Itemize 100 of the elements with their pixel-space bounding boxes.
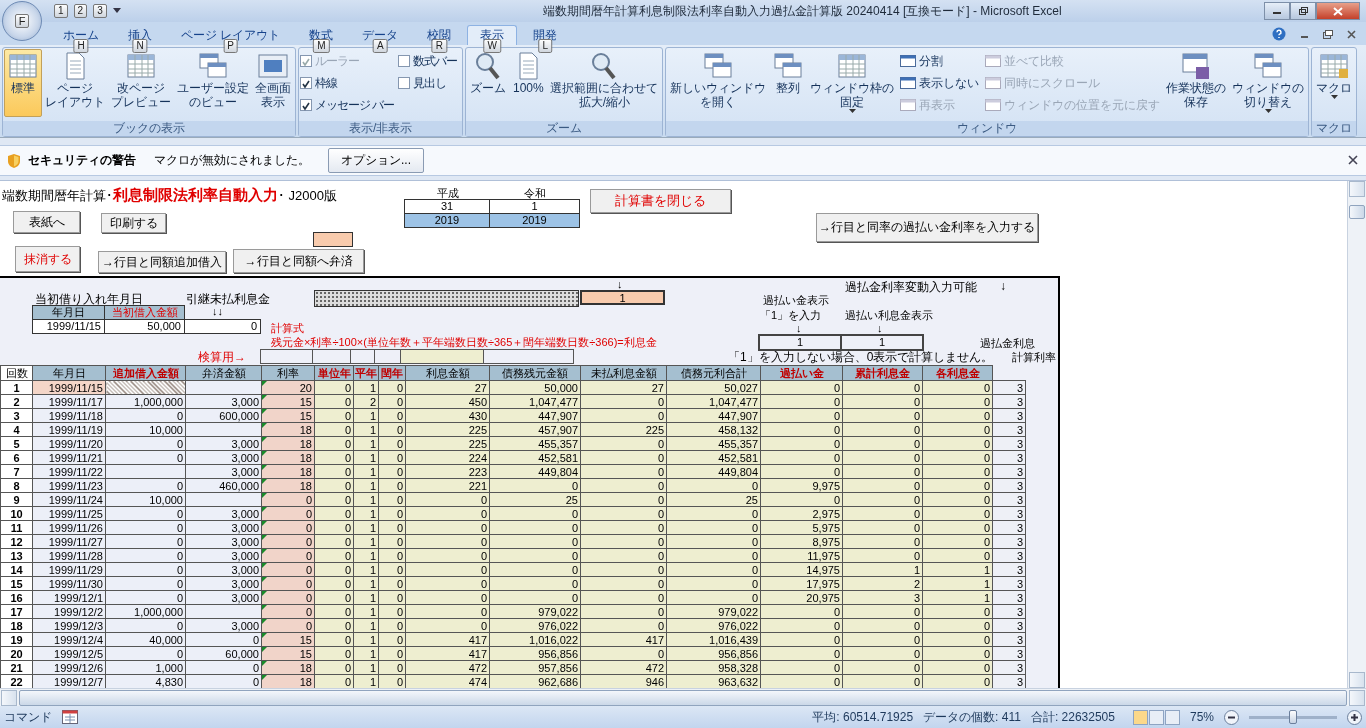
column-header: 追加借入金額: [105, 365, 186, 381]
add-loan-button[interactable]: →行目と同額追加借入: [98, 251, 226, 273]
sheet-title: 端数期間暦年計算･利息制限法利率自動入力･ J2000版: [2, 186, 338, 205]
group-title: ブックの表示: [3, 121, 295, 136]
sheet-icon[interactable]: [62, 710, 78, 724]
error-triangle-icon: [262, 591, 267, 596]
label: 「1」を入力: [760, 308, 822, 323]
window-title: 端数期間暦年計算利息制限法利率自動入力過払金計算版 20240414 [互換モード] - Microsoft Excel: [541, 2, 1063, 20]
checkbox-label: メッセージ バー: [315, 96, 395, 114]
ribbon-button[interactable]: 作業状態の 保存: [1163, 49, 1230, 117]
restore-button[interactable]: [1290, 2, 1316, 20]
label: 当初借り入れ年月日: [35, 291, 143, 307]
formula-text: 残元金×利率÷100×(単位年数＋平年端数日数÷365＋閏年端数日数÷366)=利息金: [271, 335, 657, 350]
vertical-scrollbar[interactable]: [1347, 181, 1366, 688]
checkbox[interactable]: [398, 77, 411, 89]
column-header: 閏年: [378, 365, 406, 381]
keytip-badge: A: [373, 39, 388, 53]
error-triangle-icon: [262, 633, 267, 638]
ribbon-button[interactable]: 分割: [897, 52, 983, 70]
screen-icon: [257, 51, 289, 81]
erase-button[interactable]: 抹消する: [15, 246, 80, 272]
error-triangle-icon: [262, 549, 267, 554]
windows-icon: [702, 51, 735, 81]
fill-rate-button[interactable]: →行目と同率の過払い金利率を入力する: [816, 213, 1038, 242]
grid-icon: [125, 51, 157, 81]
caret-icon: [848, 109, 856, 113]
window-icon: [985, 77, 1002, 89]
print-button[interactable]: 印刷する: [101, 213, 166, 233]
table-cell: 3: [992, 380, 1026, 395]
group-title: ウィンドウ: [666, 121, 1309, 136]
table-cell: 0: [184, 319, 261, 334]
error-triangle-icon: [262, 675, 267, 680]
ribbon-button[interactable]: ウィンドウの 切り替え: [1229, 49, 1308, 117]
sheet-icon: [1318, 51, 1351, 81]
close-icon[interactable]: [1347, 29, 1356, 39]
caret-icon: [1330, 95, 1338, 99]
label: 過払金利率変動入力可能: [845, 279, 977, 296]
repay-button[interactable]: →行目と同額へ弁済: [233, 249, 364, 273]
mode-text: コマンド: [4, 708, 52, 726]
column-header: 過払い金: [760, 365, 843, 381]
era-label: 令和: [523, 187, 547, 200]
zoom-level-text[interactable]: 75%: [1189, 710, 1214, 724]
ribbon-button[interactable]: 全画面 表示: [252, 49, 294, 117]
window-icon: [900, 99, 917, 111]
restore-icon: [1298, 6, 1308, 16]
keytip-badge: L: [538, 39, 553, 53]
window-icon: [985, 55, 1002, 67]
minimize-button[interactable]: [1264, 2, 1290, 20]
warning-title: セキュリティの警告: [28, 152, 136, 169]
arrow-label: ↓: [877, 322, 883, 334]
horizontal-scrollbar[interactable]: [0, 688, 1366, 706]
input-cell[interactable]: 1: [580, 290, 665, 305]
count-text: データの個数: 411: [923, 708, 1021, 726]
zoom-slider-thumb[interactable]: [1289, 710, 1297, 724]
checkbox-label: 枠線: [315, 74, 337, 92]
ribbon-button[interactable]: マクロ: [1313, 49, 1356, 117]
arrow-label: ↓: [617, 278, 623, 290]
ribbon-button[interactable]: ウィンドウ枠の 固定: [807, 49, 898, 117]
office-button[interactable]: F: [2, 1, 42, 41]
column-header: 平年: [353, 365, 379, 381]
column-header: 利息金額: [405, 365, 490, 381]
grid-icon: [836, 51, 869, 81]
shield-icon: [8, 153, 20, 168]
options-button[interactable]: オプション...: [328, 148, 424, 173]
table-cell: 2019: [404, 213, 490, 228]
help-icon[interactable]: [1272, 27, 1286, 41]
input-cell[interactable]: 1: [840, 334, 924, 351]
zoom-out-button[interactable]: [1224, 709, 1239, 725]
checkbox[interactable]: [300, 99, 312, 111]
cover-button[interactable]: 表紙へ: [13, 211, 80, 233]
checkbox[interactable]: [300, 77, 312, 89]
error-triangle-icon: [262, 521, 267, 526]
error-triangle-icon: [262, 605, 267, 610]
column-header: 債務残元金額: [489, 365, 581, 381]
column-header: 回数: [0, 365, 33, 381]
checkbox-label: 数式バー: [413, 52, 458, 70]
keytip-badge: 1: [54, 4, 68, 18]
close-sheet-button[interactable]: 計算書を閉じる: [590, 189, 731, 213]
input-cell[interactable]: 1: [758, 334, 842, 351]
ribbon-button[interactable]: 整列: [769, 49, 808, 117]
column-header: 単位年: [314, 365, 354, 381]
keytip-badge: W: [483, 39, 502, 53]
arrow-label: ↓↓: [212, 305, 223, 317]
ribbon-button[interactable]: 新しいウィンドウ を開く: [667, 49, 770, 117]
column-header: 利率: [261, 365, 315, 381]
label: 計算利率: [1012, 350, 1056, 365]
era-label: 平成: [435, 187, 460, 200]
error-triangle-icon: [262, 577, 267, 582]
ribbon-button[interactable]: 表示しない: [897, 74, 983, 92]
label: 過払い金表示: [763, 293, 829, 308]
error-triangle-icon: [262, 507, 267, 512]
ribbon-button[interactable]: 標準: [4, 49, 42, 117]
keytip-badge: M: [313, 39, 330, 53]
restore-icon[interactable]: [1323, 29, 1333, 39]
label: 過払い利息金表示: [845, 308, 933, 323]
error-triangle-icon: [262, 423, 267, 428]
warning-message: マクロが無効にされました。: [154, 152, 310, 169]
zoom-in-button[interactable]: [1347, 709, 1362, 725]
close-button[interactable]: [1316, 2, 1360, 20]
checkbox[interactable]: [398, 55, 411, 67]
